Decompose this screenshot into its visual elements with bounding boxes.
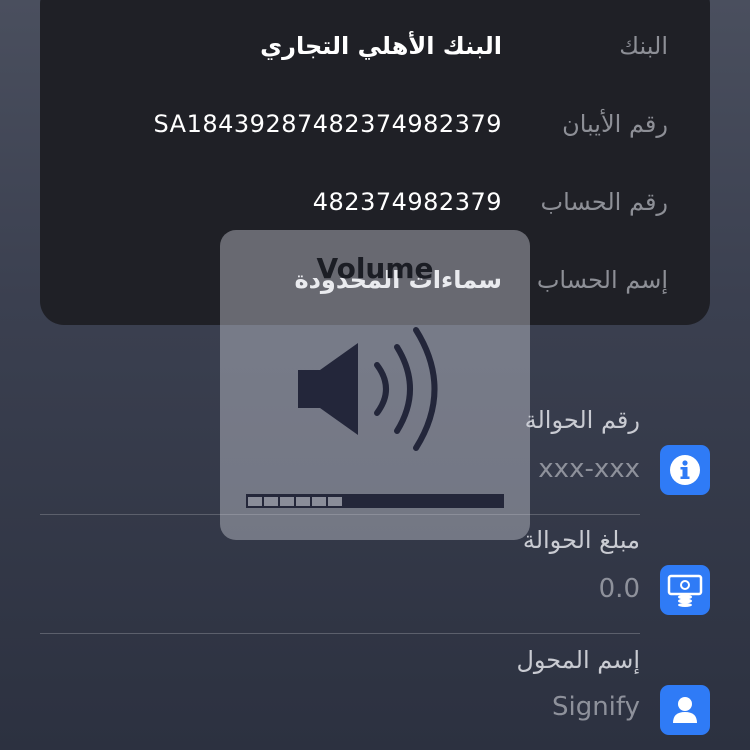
- transfer-amount-value: 0.0: [598, 574, 640, 604]
- money-icon: [660, 565, 710, 615]
- card-row-account-number: رقم الحساب 482374982379: [40, 182, 710, 222]
- bank-label: البنك: [619, 32, 668, 60]
- account-name-label: إسم الحساب: [536, 266, 668, 294]
- speaker-icon: [298, 327, 438, 451]
- account-number-label: رقم الحساب: [540, 188, 668, 216]
- bank-value: البنك الأهلي التجاري: [260, 32, 502, 60]
- volume-segment: [328, 496, 342, 506]
- transfer-amount-label: مبلغ الحوالة: [522, 526, 640, 554]
- user-icon: [660, 685, 710, 735]
- iban-label: رقم الأيبان: [562, 110, 668, 138]
- volume-level-bar: [246, 494, 504, 508]
- sender-name-value: Signify: [551, 692, 640, 722]
- volume-segment: [248, 496, 262, 506]
- volume-hud: Volume: [220, 230, 530, 540]
- volume-segment: [280, 496, 294, 506]
- volume-title: Volume: [316, 252, 434, 285]
- card-row-iban: رقم الأيبان SA18439287482374982379: [40, 104, 710, 144]
- transfer-number-label: رقم الحوالة: [524, 406, 640, 434]
- iban-value: SA18439287482374982379: [153, 110, 502, 138]
- card-row-bank: البنك البنك الأهلي التجاري: [40, 26, 710, 66]
- info-icon: [660, 445, 710, 495]
- volume-segment: [296, 496, 310, 506]
- transfer-number-value: xxx-xxx: [538, 454, 640, 484]
- account-number-value: 482374982379: [312, 188, 502, 216]
- volume-segment: [264, 496, 278, 506]
- sender-name-item: إسم المحول Signify: [40, 640, 710, 750]
- volume-segment: [312, 496, 326, 506]
- divider: [40, 633, 640, 634]
- sender-name-label: إسم المحول: [516, 646, 640, 674]
